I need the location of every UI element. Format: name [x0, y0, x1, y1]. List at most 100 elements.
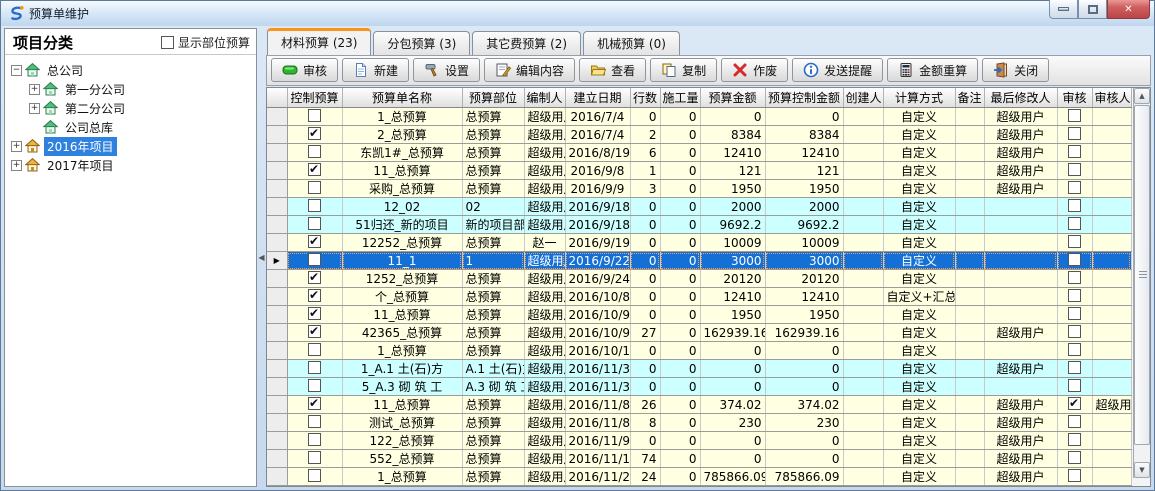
collapse-icon[interactable]: −: [11, 65, 22, 76]
control-budget-checkbox[interactable]: [308, 181, 321, 194]
cell-amount[interactable]: 2000: [700, 198, 765, 216]
cell-auditor[interactable]: [1092, 450, 1131, 468]
cell-qty[interactable]: 0: [660, 288, 700, 306]
cell-rows[interactable]: 0: [630, 270, 660, 288]
control-budget-checkbox[interactable]: [308, 109, 321, 122]
expand-icon[interactable]: +: [11, 160, 22, 171]
cell-qty[interactable]: 0: [660, 270, 700, 288]
control-budget-checkbox[interactable]: [308, 361, 321, 374]
cell-rows[interactable]: 0: [630, 216, 660, 234]
cell-part[interactable]: 总预算: [462, 468, 524, 486]
cell-last_mod[interactable]: 超级用户: [984, 396, 1057, 414]
cell-auditor[interactable]: [1092, 270, 1131, 288]
复制-button[interactable]: 复制: [650, 58, 717, 82]
cell-last_mod[interactable]: 超级用户: [984, 468, 1057, 486]
scroll-down-button[interactable]: ▼: [1134, 462, 1150, 478]
control-budget-checkbox[interactable]: [308, 217, 321, 230]
cell-auditor[interactable]: [1092, 108, 1131, 126]
cell-amount[interactable]: 1950: [700, 180, 765, 198]
column-header-施工量[interactable]: 施工量: [660, 88, 700, 108]
audited-checkbox[interactable]: [1068, 199, 1081, 212]
cell-auditor[interactable]: [1092, 360, 1131, 378]
table-row[interactable]: 1_总预算总预算超级用户2016/7/40000自定义超级用户: [267, 108, 1131, 126]
cell-calc[interactable]: 自定义: [883, 306, 955, 324]
cell-amount[interactable]: 374.02: [700, 396, 765, 414]
cell-author[interactable]: 超级用户: [524, 270, 565, 288]
control-budget-checkbox[interactable]: [308, 343, 321, 356]
cell-last_mod[interactable]: 超级用户: [984, 126, 1057, 144]
新建-button[interactable]: 新建: [342, 58, 409, 82]
cell-amount[interactable]: 162939.16: [700, 324, 765, 342]
cell-creator[interactable]: [843, 234, 883, 252]
column-header-预算单名称[interactable]: 预算单名称: [342, 88, 462, 108]
cell-part[interactable]: 02: [462, 198, 524, 216]
control-budget-checkbox[interactable]: [308, 271, 321, 284]
cell-creator[interactable]: [843, 306, 883, 324]
cell-calc[interactable]: 自定义: [883, 270, 955, 288]
audited-checkbox[interactable]: [1068, 217, 1081, 230]
cell-qty[interactable]: 0: [660, 468, 700, 486]
tree-node-label[interactable]: 第一分公司: [62, 80, 128, 99]
cell-date[interactable]: 2016/11/3: [565, 360, 630, 378]
cell-qty[interactable]: 0: [660, 252, 700, 270]
cell-ctrl_amount[interactable]: 121: [765, 162, 843, 180]
cell-name[interactable]: 1252_总预算: [342, 270, 462, 288]
cell-part[interactable]: 总预算: [462, 270, 524, 288]
tree-node-公司总库[interactable]: 公司总库: [5, 118, 256, 137]
column-header-最后修改人[interactable]: 最后修改人: [984, 88, 1057, 108]
control-budget-checkbox[interactable]: [308, 397, 321, 410]
cell-auditor[interactable]: [1092, 252, 1131, 270]
expand-icon[interactable]: +: [11, 141, 22, 152]
cell-date[interactable]: 2016/8/19: [565, 144, 630, 162]
table-row[interactable]: 东凯1#_总预算总预算超级用户2016/8/19601241012410自定义超…: [267, 144, 1131, 162]
cell-ctrl_amount[interactable]: 2000: [765, 198, 843, 216]
cell-note[interactable]: [955, 126, 984, 144]
cell-part[interactable]: 1: [462, 252, 524, 270]
audited-checkbox[interactable]: [1068, 469, 1081, 482]
cell-rows[interactable]: 0: [630, 342, 660, 360]
tree-node-label[interactable]: 公司总库: [62, 118, 116, 137]
control-budget-checkbox[interactable]: [308, 433, 321, 446]
cell-ctrl_amount[interactable]: 374.02: [765, 396, 843, 414]
column-header-创建人[interactable]: 创建人: [843, 88, 883, 108]
close-button[interactable]: ✕: [1107, 0, 1150, 19]
cell-author[interactable]: 超级用户: [524, 450, 565, 468]
关闭-button[interactable]: 关闭: [982, 58, 1049, 82]
cell-date[interactable]: 2016/7/4: [565, 126, 630, 144]
cell-part[interactable]: A.3 砌 筑 工: [462, 378, 524, 396]
cell-author[interactable]: 超级用户: [524, 360, 565, 378]
cell-author[interactable]: 超级用户: [524, 306, 565, 324]
cell-note[interactable]: [955, 432, 984, 450]
cell-calc[interactable]: 自定义: [883, 414, 955, 432]
cell-qty[interactable]: 0: [660, 306, 700, 324]
cell-last_mod[interactable]: [984, 216, 1057, 234]
vertical-scrollbar[interactable]: ▲ ▼: [1133, 88, 1150, 478]
cell-name[interactable]: 11_总预算: [342, 306, 462, 324]
cell-qty[interactable]: 0: [660, 198, 700, 216]
cell-name[interactable]: 11_1: [342, 252, 462, 270]
cell-qty[interactable]: 0: [660, 414, 700, 432]
cell-auditor[interactable]: [1092, 144, 1131, 162]
cell-name[interactable]: 个_总预算: [342, 288, 462, 306]
cell-amount[interactable]: 9692.2: [700, 216, 765, 234]
audited-checkbox[interactable]: [1068, 325, 1081, 338]
cell-name[interactable]: 1_总预算: [342, 342, 462, 360]
minimize-button[interactable]: [1049, 0, 1078, 19]
cell-amount[interactable]: 10009: [700, 234, 765, 252]
cell-creator[interactable]: [843, 414, 883, 432]
cell-calc[interactable]: 自定义: [883, 450, 955, 468]
cell-rows[interactable]: 0: [630, 432, 660, 450]
control-budget-checkbox[interactable]: [308, 415, 321, 428]
cell-rows[interactable]: 0: [630, 252, 660, 270]
cell-calc[interactable]: 自定义: [883, 108, 955, 126]
cell-note[interactable]: [955, 144, 984, 162]
column-header-建立日期[interactable]: 建立日期: [565, 88, 630, 108]
cell-rows[interactable]: 74: [630, 450, 660, 468]
cell-name[interactable]: 552_总预算: [342, 450, 462, 468]
cell-ctrl_amount[interactable]: 10009: [765, 234, 843, 252]
table-row[interactable]: 42365_总预算总预算超级用户2016/10/9270162939.16162…: [267, 324, 1131, 342]
cell-creator[interactable]: [843, 468, 883, 486]
show-part-budget-toggle[interactable]: 显示部位预算: [161, 34, 250, 51]
cell-name[interactable]: 1_总预算: [342, 108, 462, 126]
cell-part[interactable]: 总预算: [462, 108, 524, 126]
